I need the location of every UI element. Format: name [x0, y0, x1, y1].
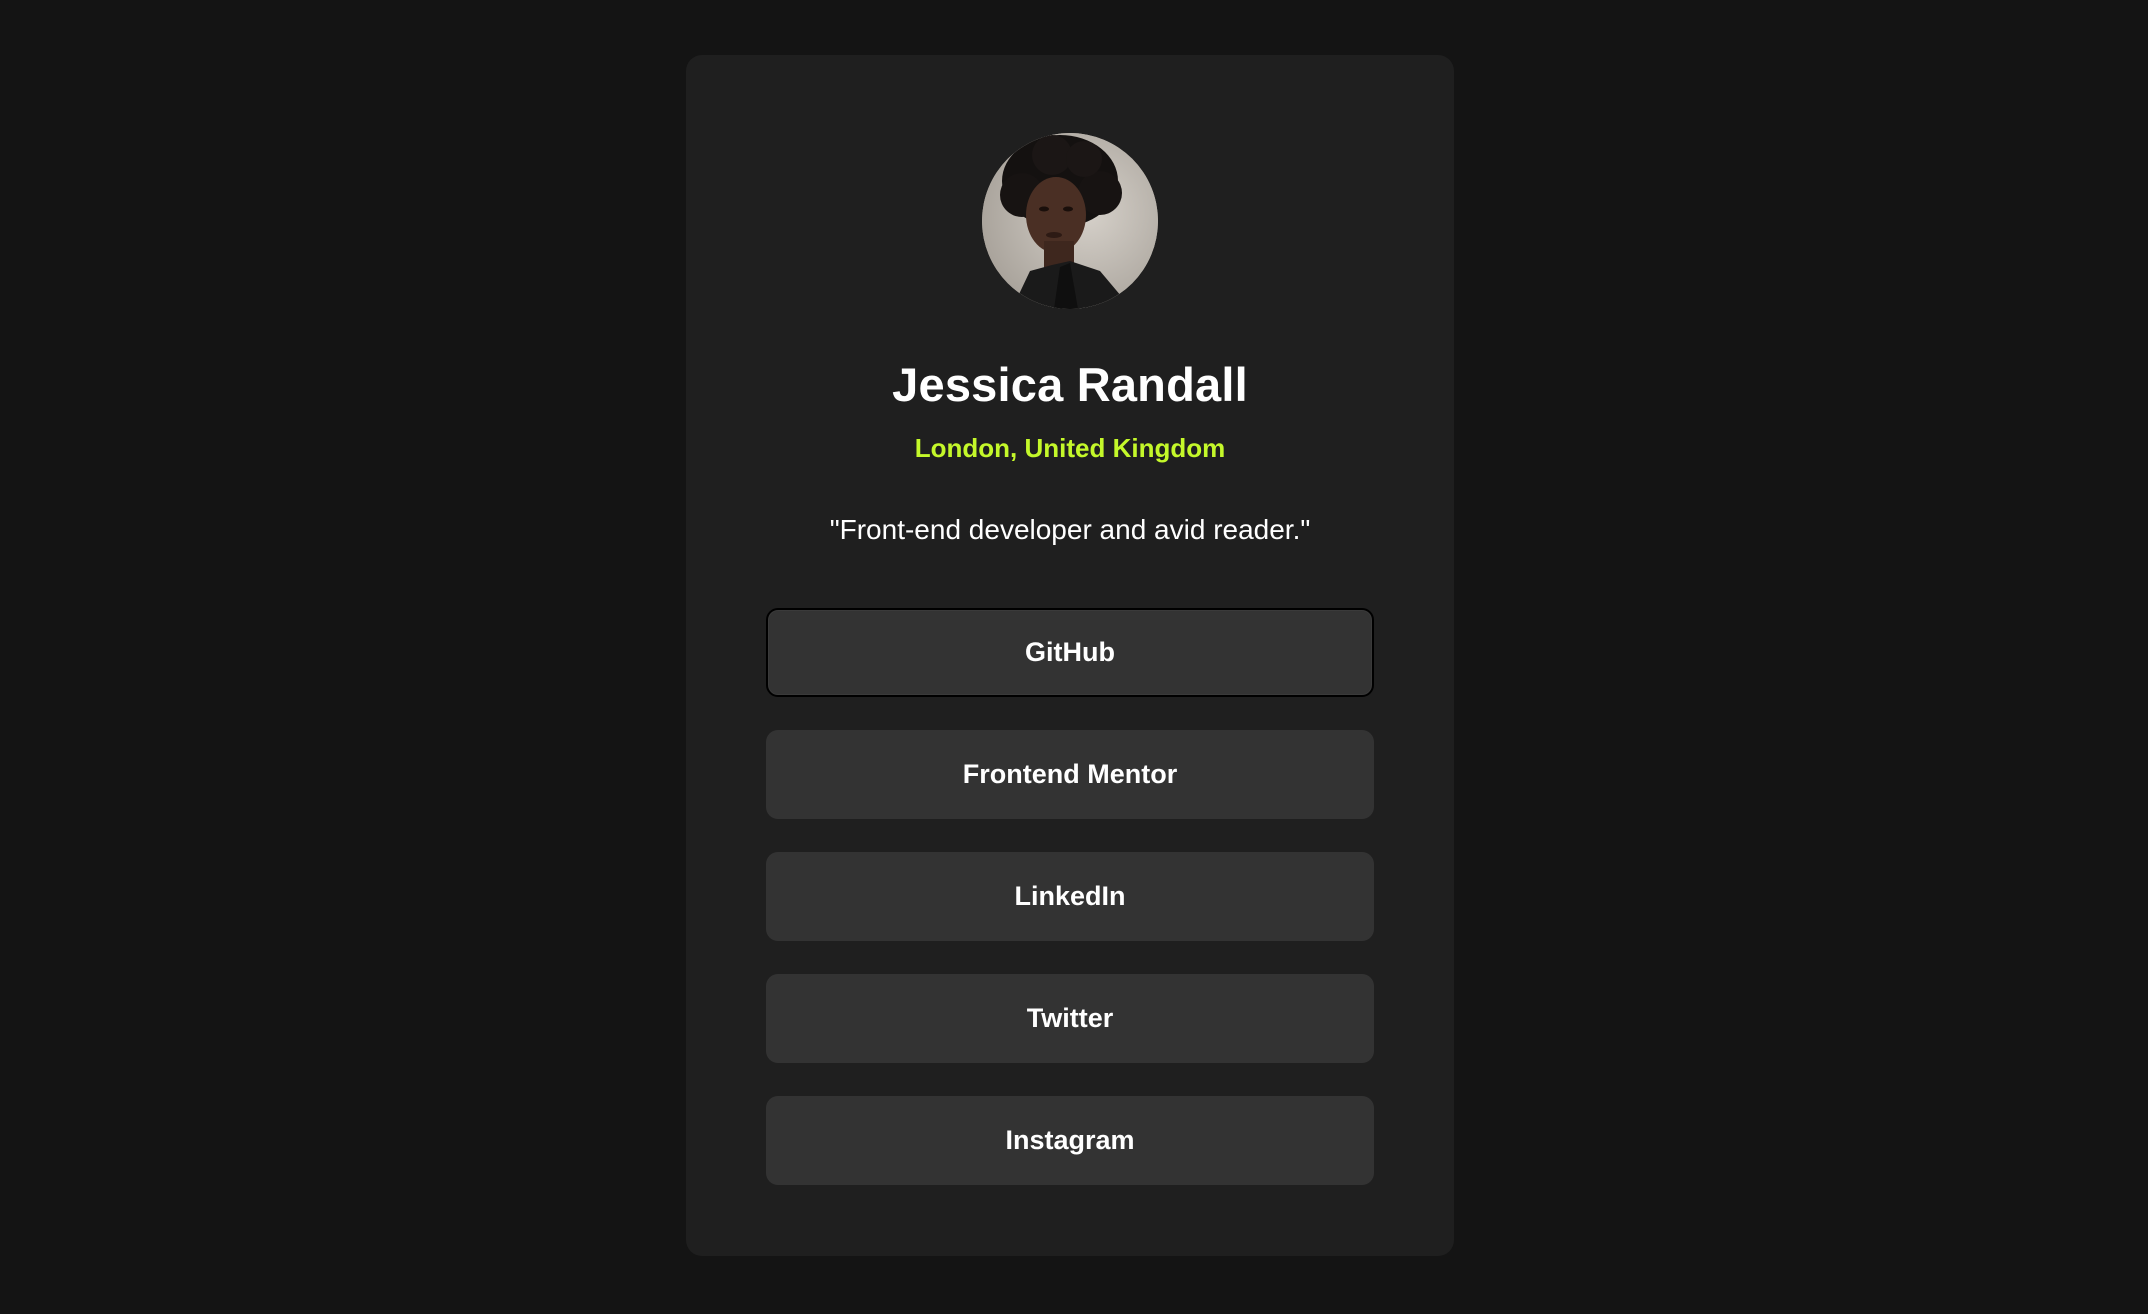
link-label: Instagram [1005, 1125, 1135, 1156]
profile-location: London, United Kingdom [914, 432, 1226, 463]
link-label: Frontend Mentor [962, 759, 1178, 790]
link-label: LinkedIn [1014, 881, 1126, 912]
profile-card: Jessica Randall London, United Kingdom "… [686, 55, 1454, 1256]
avatar [982, 133, 1158, 309]
profile-photo-icon [982, 133, 1158, 309]
link-github-button[interactable]: GitHub [766, 608, 1374, 698]
link-frontend-mentor-button[interactable]: Frontend Mentor [766, 730, 1374, 820]
link-linkedin-button[interactable]: LinkedIn [766, 852, 1374, 942]
profile-name: Jessica Randall [892, 358, 1248, 411]
link-label: Twitter [1026, 1003, 1114, 1034]
social-links-list: GitHub Frontend Mentor LinkedIn Twitter … [766, 608, 1374, 1186]
link-twitter-button[interactable]: Twitter [766, 974, 1374, 1064]
profile-bio: "Front-end developer and avid reader." [829, 513, 1311, 545]
link-instagram-button[interactable]: Instagram [766, 1096, 1374, 1186]
link-label: GitHub [1025, 637, 1115, 668]
